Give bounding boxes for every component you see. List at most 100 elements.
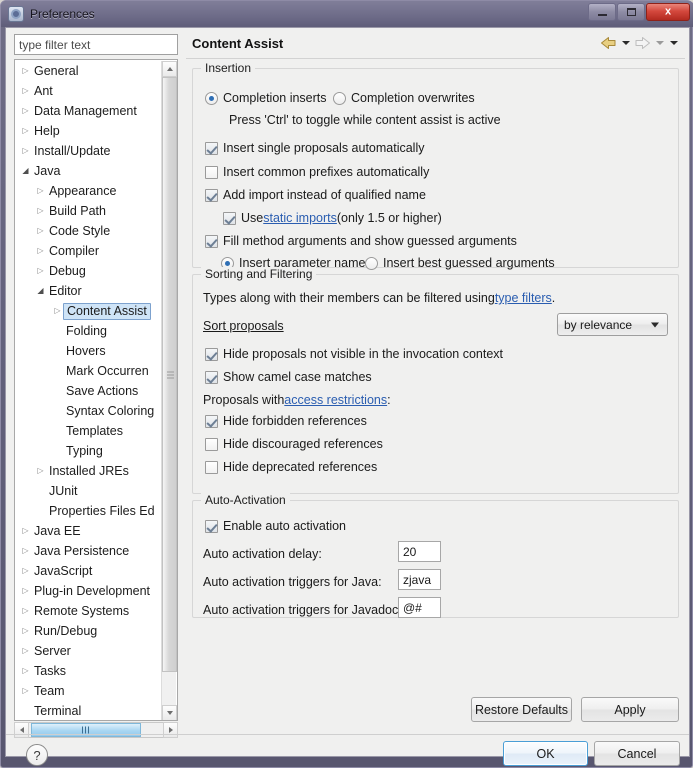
tree-item-content-assist[interactable]: ▷ Content Assist [15,301,163,321]
tree-item-java[interactable]: ◢ Java [15,161,163,181]
tree-item-appearance[interactable]: ▷ Appearance [15,181,163,201]
auto-activation-delay-input[interactable] [398,541,441,562]
tree-item-java-ee[interactable]: ▷ Java EE [15,521,163,541]
access-restrictions-description: Proposals with access restrictions: [203,393,391,407]
completion-overwrites-radio[interactable]: Completion overwrites [333,91,475,105]
tree-item-tasks[interactable]: ▷ Tasks [15,661,163,681]
tree-collapsed-arrow-icon[interactable]: ▷ [19,587,32,595]
tree-item-compiler[interactable]: ▷ Compiler [15,241,163,261]
tree-item-run-debug[interactable]: ▷ Run/Debug [15,621,163,641]
tree-vertical-scrollbar[interactable] [161,61,177,720]
tree-item-mark-occurren[interactable]: Mark Occurren [15,361,163,381]
show-camel-case-checkbox[interactable]: Show camel case matches [205,370,372,384]
tree-expanded-arrow-icon[interactable]: ◢ [19,167,32,175]
tree-item-installed-jres[interactable]: ▷ Installed JREs [15,461,163,481]
tree-item-plug-in-development[interactable]: ▷ Plug-in Development [15,581,163,601]
tree-collapsed-arrow-icon[interactable]: ▷ [19,567,32,575]
tree-collapsed-arrow-icon[interactable]: ▷ [19,527,32,535]
maximize-button[interactable] [617,3,645,21]
tree-item-save-actions[interactable]: Save Actions [15,381,163,401]
static-imports-link[interactable]: static imports [263,211,337,225]
tree-item-javascript[interactable]: ▷ JavaScript [15,561,163,581]
tree-item-data-management[interactable]: ▷ Data Management [15,101,163,121]
tree-expanded-arrow-icon[interactable]: ◢ [34,287,47,295]
scroll-down-button[interactable] [162,705,177,720]
hide-discouraged-checkbox[interactable]: Hide discouraged references [205,437,383,451]
tree-collapsed-arrow-icon[interactable]: ▷ [34,207,47,215]
tree-item-debug[interactable]: ▷ Debug [15,261,163,281]
tree-item-install-update[interactable]: ▷ Install/Update [15,141,163,161]
tree-collapsed-arrow-icon[interactable]: ▷ [19,627,32,635]
tree-item-general[interactable]: ▷ General [15,61,163,81]
ok-button[interactable]: OK [503,741,588,766]
access-restrictions-link[interactable]: access restrictions [284,393,387,407]
scroll-right-button[interactable] [163,722,178,738]
close-button[interactable]: x [646,3,690,21]
filter-input[interactable] [14,34,178,55]
tree-item-team[interactable]: ▷ Team [15,681,163,701]
help-icon[interactable]: ? [26,744,48,766]
hide-deprecated-checkbox[interactable]: Hide deprecated references [205,460,377,474]
tree-item-templates[interactable]: Templates [15,421,163,441]
tree-collapsed-arrow-icon[interactable]: ▷ [19,107,32,115]
tree-item-typing[interactable]: Typing [15,441,163,461]
scroll-up-button[interactable] [162,61,177,77]
tree-collapsed-arrow-icon[interactable]: ▷ [19,687,32,695]
insert-single-proposals-checkbox[interactable]: Insert single proposals automatically [205,141,425,155]
tree-item-junit[interactable]: JUnit [15,481,163,501]
tree-collapsed-arrow-icon[interactable]: ▷ [19,667,32,675]
tree-vscroll-thumb[interactable] [162,77,177,672]
tree-item-syntax-coloring[interactable]: Syntax Coloring [15,401,163,421]
enable-auto-activation-checkbox[interactable]: Enable auto activation [205,519,346,533]
minimize-button[interactable] [588,3,616,21]
forward-history-dropdown[interactable] [654,35,665,51]
hide-not-visible-checkbox[interactable]: Hide proposals not visible in the invoca… [205,347,503,361]
tree-item-build-path[interactable]: ▷ Build Path [15,201,163,221]
insert-common-prefixes-checkbox[interactable]: Insert common prefixes automatically [205,165,429,179]
tree-item-hovers[interactable]: Hovers [15,341,163,361]
back-arrow-icon[interactable] [600,35,617,51]
fill-method-arguments-checkbox[interactable]: Fill method arguments and show guessed a… [205,234,517,248]
tree-item-editor[interactable]: ◢ Editor [15,281,163,301]
tree-collapsed-arrow-icon[interactable]: ▷ [34,187,47,195]
tree-collapsed-arrow-icon[interactable]: ▷ [19,607,32,615]
tree-collapsed-arrow-icon[interactable]: ▷ [34,467,47,475]
tree-collapsed-arrow-icon[interactable]: ▷ [19,147,32,155]
tree-collapsed-arrow-icon[interactable]: ▷ [19,87,32,95]
tree-collapsed-arrow-icon[interactable]: ▷ [19,127,32,135]
tree-item-java-persistence[interactable]: ▷ Java Persistence [15,541,163,561]
cancel-button[interactable]: Cancel [594,741,680,766]
forward-arrow-icon[interactable] [634,35,651,51]
tree-item-terminal[interactable]: Terminal [15,701,163,720]
type-filters-link[interactable]: type filters [495,291,552,305]
tree-collapsed-arrow-icon[interactable]: ▷ [19,547,32,555]
tree-collapsed-arrow-icon[interactable]: ▷ [34,227,47,235]
tree-collapsed-arrow-icon[interactable]: ▷ [19,647,32,655]
back-history-dropdown[interactable] [620,35,631,51]
tree-item-folding[interactable]: Folding [15,321,163,341]
add-import-checkbox[interactable]: Add import instead of qualified name [205,188,426,202]
tree-item-ant[interactable]: ▷ Ant [15,81,163,101]
tree-item-help[interactable]: ▷ Help [15,121,163,141]
tree-item-remote-systems[interactable]: ▷ Remote Systems [15,601,163,621]
tree-horizontal-scrollbar[interactable] [14,722,178,738]
scroll-left-button[interactable] [14,722,29,738]
tree-collapsed-arrow-icon[interactable]: ▷ [34,247,47,255]
insert-best-guessed-radio[interactable]: Insert best guessed arguments [365,256,555,270]
restore-defaults-button[interactable]: Restore Defaults [471,697,572,722]
tree-item-code-style[interactable]: ▷ Code Style [15,221,163,241]
tree-item-server[interactable]: ▷ Server [15,641,163,661]
auto-activation-javadoc-input[interactable] [398,597,441,618]
page-header: Content Assist [186,32,685,60]
sorting-group-legend: Sorting and Filtering [201,267,317,281]
sort-proposals-select[interactable]: by relevance [557,313,668,336]
view-menu-dropdown[interactable] [668,35,679,51]
tree-collapsed-arrow-icon[interactable]: ▷ [34,267,47,275]
use-static-imports-checkbox[interactable]: Use static imports (only 1.5 or higher) [223,211,442,225]
auto-activation-java-input[interactable] [398,569,441,590]
tree-item-properties-files-ed[interactable]: Properties Files Ed [15,501,163,521]
apply-button[interactable]: Apply [581,697,679,722]
completion-inserts-radio[interactable]: Completion inserts [205,91,327,105]
tree-collapsed-arrow-icon[interactable]: ▷ [19,67,32,75]
hide-forbidden-checkbox[interactable]: Hide forbidden references [205,414,367,428]
